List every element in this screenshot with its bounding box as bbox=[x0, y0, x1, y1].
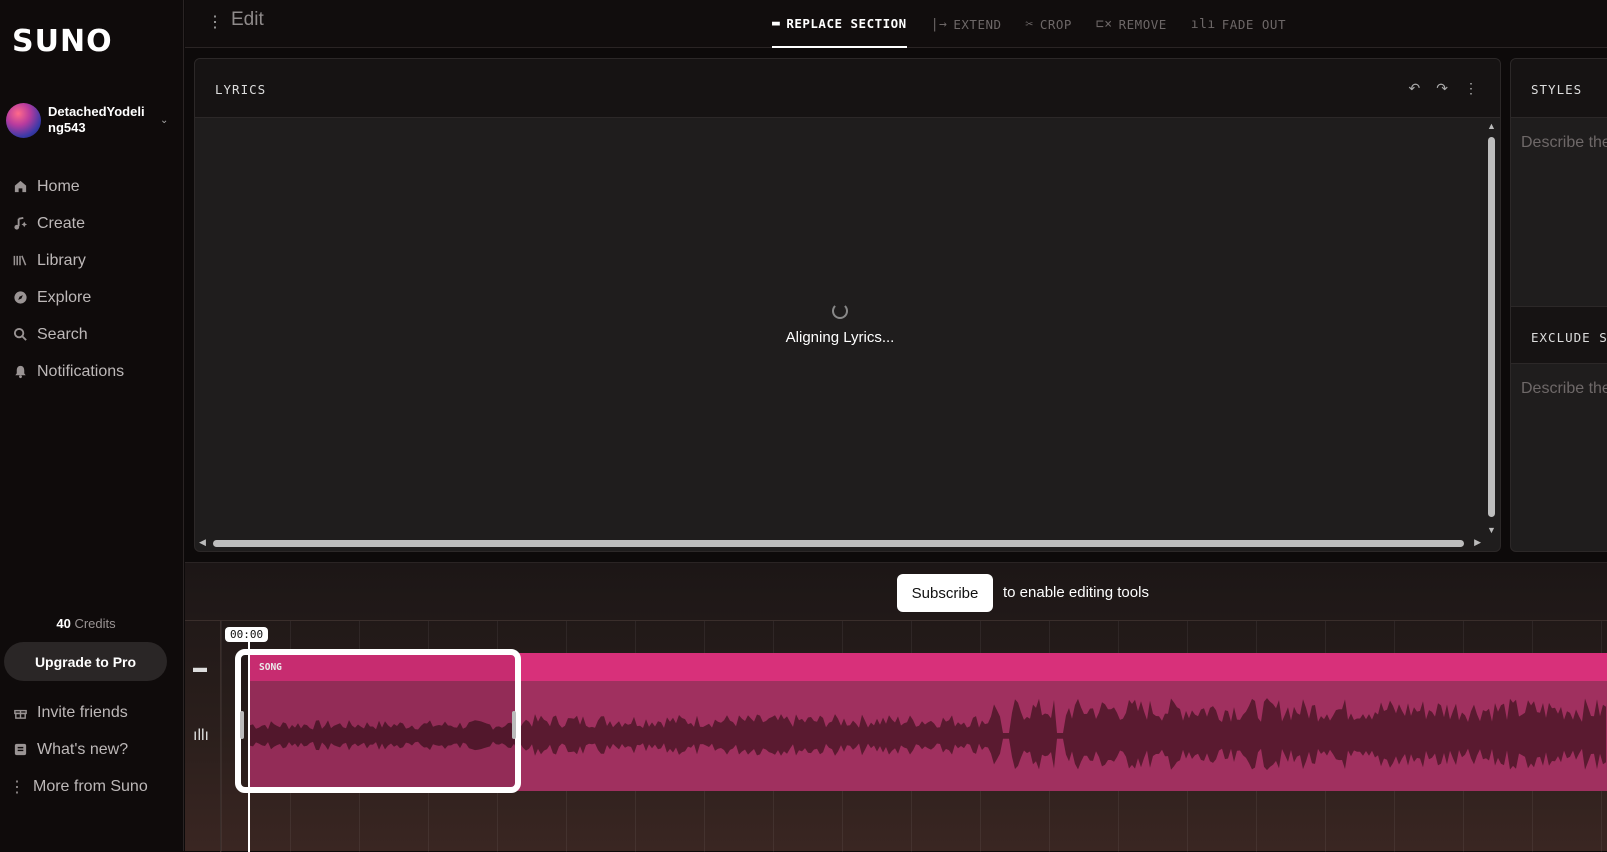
selection-right-handle[interactable] bbox=[512, 711, 516, 739]
tab-fade-out[interactable]: ılı FADE OUT bbox=[1191, 0, 1286, 48]
exclude-styles-input[interactable]: Describe the styles to avoid for your cl… bbox=[1511, 364, 1607, 551]
tab-crop[interactable]: ✂ CROP bbox=[1026, 0, 1072, 48]
track-icons: ▬ ıllı bbox=[185, 621, 221, 852]
nav-item-more[interactable]: ⋮ More from Suno bbox=[9, 768, 148, 805]
styles-header: STYLES bbox=[1511, 59, 1607, 118]
scissors-icon: ✂ bbox=[1025, 16, 1034, 32]
loading-text: Aligning Lyrics... bbox=[785, 329, 895, 346]
explore-icon bbox=[12, 290, 28, 306]
song-track-icon: ▬ bbox=[193, 659, 207, 675]
tab-label: CROP bbox=[1039, 16, 1072, 32]
avatar bbox=[6, 102, 41, 138]
tab-remove[interactable]: ⊏× REMOVE bbox=[1096, 0, 1167, 48]
nav-label: Create bbox=[37, 214, 86, 232]
lyrics-title: LYRICS bbox=[215, 82, 267, 97]
library-icon bbox=[12, 253, 28, 269]
loading-indicator: Aligning Lyrics... bbox=[755, 303, 925, 346]
nav-label: Home bbox=[37, 177, 80, 195]
credits-count: 40 bbox=[56, 616, 71, 631]
nav-item-create[interactable]: Create bbox=[12, 205, 124, 242]
upgrade-button[interactable]: Upgrade to Pro bbox=[4, 642, 167, 681]
create-icon bbox=[12, 216, 28, 232]
scroll-down-icon[interactable]: ▼ bbox=[1487, 525, 1496, 535]
gift-icon bbox=[12, 705, 28, 721]
bottom-nav: Invite friends What's new? ⋮ More from S… bbox=[9, 694, 148, 805]
fade-out-icon: ılı bbox=[1190, 16, 1216, 32]
main-nav: Home Create Library Explore Search Notif… bbox=[12, 168, 124, 390]
topbar: ⋮ Edit ▬ REPLACE SECTION |→ EXTEND ✂ CRO… bbox=[185, 0, 1607, 48]
nav-item-library[interactable]: Library bbox=[12, 242, 124, 279]
tab-label: REPLACE SECTION bbox=[786, 15, 907, 31]
edit-tabs: ▬ REPLACE SECTION |→ EXTEND ✂ CROP ⊏× RE… bbox=[772, 0, 1310, 48]
styles-input[interactable]: Describe the styles for your clips. bbox=[1511, 118, 1607, 306]
styles-placeholder: Describe the styles for your clips. bbox=[1521, 134, 1607, 151]
nav-item-explore[interactable]: Explore bbox=[12, 279, 124, 316]
playhead[interactable] bbox=[248, 641, 250, 852]
nav-label: More from Suno bbox=[33, 777, 148, 795]
waveform-icon: ıllı bbox=[193, 727, 209, 744]
timeline[interactable]: ▬ ıllı SONG 00:00 bbox=[185, 620, 1607, 852]
nav-item-notifications[interactable]: Notifications bbox=[12, 353, 124, 390]
sidebar: SUNO DetachedYodeling543 ⌄ Home Create L… bbox=[0, 0, 184, 851]
styles-panel: STYLES Describe the styles for your clip… bbox=[1510, 58, 1607, 552]
tab-replace-section[interactable]: ▬ REPLACE SECTION bbox=[772, 0, 907, 48]
nav-label: Invite friends bbox=[37, 703, 128, 721]
nav-item-invite[interactable]: Invite friends bbox=[12, 694, 148, 731]
credits: 40 Credits bbox=[0, 616, 172, 631]
remove-icon: ⊏× bbox=[1095, 16, 1113, 32]
username: DetachedYodeling543 bbox=[48, 104, 145, 135]
subscribe-row: Subscribe to enable editing tools bbox=[185, 562, 1607, 620]
nav-label: Search bbox=[37, 325, 88, 343]
lyrics-header: LYRICS ↶ ↷ ⋮ bbox=[195, 59, 1500, 118]
vertical-scrollbar[interactable]: ▲ ▼ bbox=[1486, 121, 1498, 535]
nav-item-search[interactable]: Search bbox=[12, 316, 124, 353]
profile-menu[interactable]: DetachedYodeling543 ⌄ bbox=[6, 102, 176, 138]
editor-bottom: Subscribe to enable editing tools ▬ ıllı… bbox=[185, 562, 1607, 852]
selection-left-handle[interactable] bbox=[240, 711, 244, 739]
page-title: Edit bbox=[231, 9, 264, 30]
chevron-down-icon: ⌄ bbox=[160, 114, 169, 126]
subscribe-text: to enable editing tools bbox=[1003, 584, 1149, 601]
nav-label: Notifications bbox=[37, 362, 125, 380]
styles-title: STYLES bbox=[1531, 82, 1583, 97]
search-icon bbox=[12, 327, 28, 343]
scroll-up-icon[interactable]: ▲ bbox=[1487, 121, 1496, 131]
lyrics-panel: LYRICS ↶ ↷ ⋮ Aligning Lyrics... ▲ ▼ ◀ ▶ bbox=[194, 58, 1501, 552]
more-options-icon[interactable]: ⋮ bbox=[207, 12, 223, 32]
nav-label: What's new? bbox=[37, 740, 129, 758]
news-icon bbox=[12, 742, 28, 758]
exclude-styles-placeholder: Describe the styles to avoid for your cl… bbox=[1521, 380, 1607, 397]
spinner-icon bbox=[832, 303, 848, 319]
tab-label: REMOVE bbox=[1118, 16, 1167, 32]
exclude-styles-header: EXCLUDE STYLES bbox=[1511, 306, 1607, 364]
horizontal-scrollbar[interactable]: ◀ ▶ bbox=[199, 537, 1481, 549]
home-icon bbox=[12, 179, 28, 195]
undo-icon[interactable]: ↶ bbox=[1409, 80, 1421, 97]
exclude-styles-title: EXCLUDE STYLES bbox=[1531, 330, 1607, 345]
scroll-thumb[interactable] bbox=[1488, 137, 1495, 517]
section-selection[interactable] bbox=[235, 649, 521, 793]
tab-label: EXTEND bbox=[953, 16, 1002, 32]
extend-icon: |→ bbox=[930, 16, 948, 32]
replace-icon: ▬ bbox=[772, 15, 781, 31]
scroll-right-icon[interactable]: ▶ bbox=[1474, 537, 1481, 548]
more-options-icon[interactable]: ⋮ bbox=[1464, 80, 1478, 97]
redo-icon[interactable]: ↷ bbox=[1436, 80, 1448, 97]
scroll-thumb[interactable] bbox=[213, 540, 1464, 547]
suno-logo[interactable]: SUNO bbox=[12, 24, 113, 59]
more-icon: ⋮ bbox=[9, 778, 25, 796]
nav-label: Explore bbox=[37, 288, 92, 306]
lyrics-tools: ↶ ↷ ⋮ bbox=[1409, 80, 1478, 97]
time-indicator: 00:00 bbox=[225, 627, 269, 642]
credits-label: Credits bbox=[74, 616, 116, 631]
scroll-left-icon[interactable]: ◀ bbox=[199, 537, 206, 548]
tab-label: FADE OUT bbox=[1221, 16, 1286, 32]
nav-item-home[interactable]: Home bbox=[12, 168, 124, 205]
nav-item-whats-new[interactable]: What's new? bbox=[12, 731, 148, 768]
bell-icon bbox=[12, 364, 28, 380]
subscribe-button[interactable]: Subscribe bbox=[897, 574, 993, 612]
nav-label: Library bbox=[37, 251, 86, 269]
tab-extend[interactable]: |→ EXTEND bbox=[931, 0, 1002, 48]
